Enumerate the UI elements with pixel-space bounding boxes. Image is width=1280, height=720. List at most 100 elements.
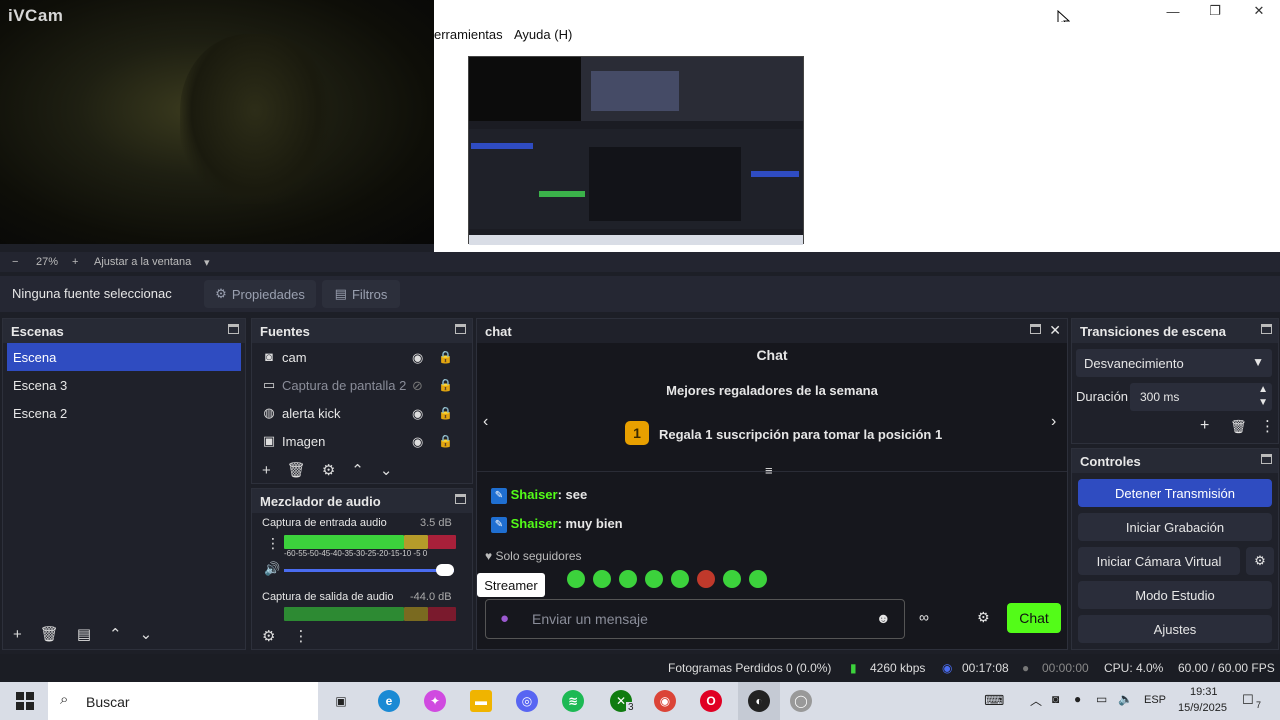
windows-start-icon[interactable] <box>16 692 34 710</box>
scene-item-escena-2[interactable]: Escena 2 <box>7 399 245 427</box>
emote-icon[interactable] <box>567 570 585 588</box>
maximize-button[interactable]: ❐ <box>1194 0 1236 22</box>
popout-icon[interactable] <box>455 324 466 334</box>
task-view-icon[interactable]: ▣ <box>330 690 352 712</box>
microphone-icon[interactable]: ● <box>1074 692 1081 706</box>
kebab-menu-icon[interactable]: ⋮ <box>293 627 308 645</box>
transition-select[interactable]: Desvanecimiento ▼ <box>1076 349 1272 377</box>
chat-username[interactable]: Shaiser <box>511 487 558 502</box>
popout-icon[interactable] <box>1261 454 1272 464</box>
tray-chevron-icon[interactable]: ︿ <box>1030 692 1042 709</box>
zoom-out-button[interactable]: − <box>12 256 18 268</box>
stepper-down-icon[interactable]: ▼ <box>1258 397 1268 408</box>
minimize-button[interactable]: — <box>1152 0 1194 22</box>
trash-icon[interactable]: 🗑 <box>1230 419 1247 435</box>
discord-icon[interactable]: ◎ <box>516 690 538 712</box>
network-icon[interactable]: ▭ <box>1096 692 1107 706</box>
volume-slider[interactable] <box>284 569 454 572</box>
stream-preview[interactable] <box>468 56 804 245</box>
clock-date[interactable]: 15/9/2025 <box>1178 702 1227 714</box>
duration-input[interactable]: 300 ms ▲ ▼ <box>1130 383 1272 411</box>
stepper-up-icon[interactable]: ▲ <box>1258 384 1268 395</box>
emote-icon[interactable] <box>645 570 663 588</box>
advanced-audio-icon[interactable]: ⚙ <box>262 627 275 645</box>
lock-icon[interactable]: 🔒 <box>438 434 453 448</box>
copilot-icon[interactable]: ✦ <box>424 690 446 712</box>
menu-help[interactable]: Ayuda (H) <box>514 27 572 42</box>
lock-icon[interactable]: 🔒 <box>438 406 453 420</box>
kebab-menu-icon[interactable]: ⋮ <box>266 535 280 552</box>
source-item-screen-capture[interactable]: ▭ Captura de pantalla 2 ⊘ 🔒 <box>252 371 472 399</box>
settings-button[interactable]: Ajustes <box>1078 615 1272 643</box>
filter-icon[interactable]: ▤ <box>77 625 91 643</box>
move-up-icon[interactable]: ⌃ <box>109 625 122 643</box>
notification-icon[interactable]: ☐ <box>1242 692 1254 708</box>
scene-item-escena[interactable]: Escena <box>7 343 241 371</box>
ivcam-icon[interactable]: ◯ <box>790 690 812 712</box>
virtual-camera-button[interactable]: Iniciar Cámara Virtual <box>1078 547 1240 575</box>
emote-icon[interactable] <box>723 570 741 588</box>
chat-send-button[interactable]: Chat <box>1007 603 1061 633</box>
file-explorer-icon[interactable]: ▬ <box>470 690 492 712</box>
properties-button[interactable]: ⚙ Propiedades <box>204 280 316 308</box>
zoom-in-button[interactable]: + <box>72 256 78 268</box>
move-down-icon[interactable]: ⌄ <box>140 625 153 643</box>
add-scene-icon[interactable]: + <box>13 626 22 643</box>
eye-icon[interactable]: ◉ <box>412 350 423 366</box>
gear-icon[interactable]: ⚙ <box>977 609 990 626</box>
volume-handle[interactable] <box>436 564 454 576</box>
close-icon[interactable]: ✕ <box>1049 322 1061 339</box>
clock-time[interactable]: 19:31 <box>1190 686 1218 698</box>
studio-mode-button[interactable]: Modo Estudio <box>1078 581 1272 609</box>
popout-icon[interactable] <box>1030 324 1041 334</box>
add-transition-icon[interactable]: + <box>1200 417 1209 435</box>
eye-off-icon[interactable]: ⊘ <box>412 378 423 394</box>
keyboard-icon[interactable]: ⌨ <box>984 692 1004 709</box>
popout-icon[interactable] <box>228 324 239 334</box>
emote-icon[interactable] <box>671 570 689 588</box>
lock-icon[interactable]: 🔒 <box>438 378 453 392</box>
chrome-icon[interactable]: ◉ <box>654 690 676 712</box>
camera-tray-icon[interactable]: ◙ <box>1052 692 1059 706</box>
emote-icon[interactable] <box>593 570 611 588</box>
source-item-image[interactable]: ▣ Imagen ◉ 🔒 <box>252 427 472 455</box>
trash-icon[interactable]: 🗑 <box>287 461 306 479</box>
emote-icon[interactable] <box>619 570 637 588</box>
menu-tools[interactable]: erramientas <box>434 27 503 42</box>
spotify-icon[interactable]: ≋ <box>562 690 584 712</box>
volume-icon[interactable]: 🔈 <box>1118 692 1133 706</box>
eye-icon[interactable]: ◉ <box>412 434 423 450</box>
emote-icon[interactable] <box>749 570 767 588</box>
speaker-icon[interactable]: 🔊 <box>264 561 280 577</box>
chat-username[interactable]: Shaiser <box>511 516 558 531</box>
move-down-icon[interactable]: ⌄ <box>380 461 393 479</box>
chevron-left-icon[interactable]: ‹ <box>483 413 488 431</box>
trash-icon[interactable]: 🗑 <box>40 625 59 643</box>
opera-icon[interactable]: O <box>700 690 722 712</box>
kebab-menu-icon[interactable]: ⋮ <box>1260 417 1275 435</box>
move-up-icon[interactable]: ⌃ <box>351 461 364 479</box>
add-source-icon[interactable]: + <box>262 462 271 479</box>
chat-input[interactable]: ● Enviar un mensaje ☻ <box>485 599 905 639</box>
eye-icon[interactable]: ◉ <box>412 406 423 422</box>
microphone-icon[interactable]: ● <box>500 610 509 627</box>
chevron-right-icon[interactable]: › <box>1051 413 1056 431</box>
fit-window-label[interactable]: Ajustar a la ventana <box>94 256 191 268</box>
emote-icon[interactable] <box>697 570 715 588</box>
filters-button[interactable]: ▤ Filtros <box>322 280 400 308</box>
stop-stream-button[interactable]: Detener Transmisión <box>1078 479 1272 507</box>
emoji-icon[interactable]: ☻ <box>876 610 891 626</box>
start-recording-button[interactable]: Iniciar Grabación <box>1078 513 1272 541</box>
taskbar-search[interactable]: ⌕ Buscar <box>48 682 318 720</box>
points-icon[interactable]: ∞ <box>919 609 929 625</box>
popout-icon[interactable] <box>1261 324 1272 334</box>
edge-icon[interactable]: e <box>378 690 400 712</box>
lock-icon[interactable]: 🔒 <box>438 350 453 364</box>
source-item-cam[interactable]: ◙ cam ◉ 🔒 <box>252 343 472 371</box>
collapse-icon[interactable]: ≡ <box>765 463 773 478</box>
language-indicator[interactable]: ESP <box>1144 694 1166 706</box>
gear-icon[interactable]: ⚙ <box>322 461 335 479</box>
virtual-camera-settings-button[interactable]: ⚙ <box>1246 547 1274 575</box>
scene-item-escena-3[interactable]: Escena 3 <box>7 371 245 399</box>
source-item-alert-kick[interactable]: ◍ alerta kick ◉ 🔒 <box>252 399 472 427</box>
